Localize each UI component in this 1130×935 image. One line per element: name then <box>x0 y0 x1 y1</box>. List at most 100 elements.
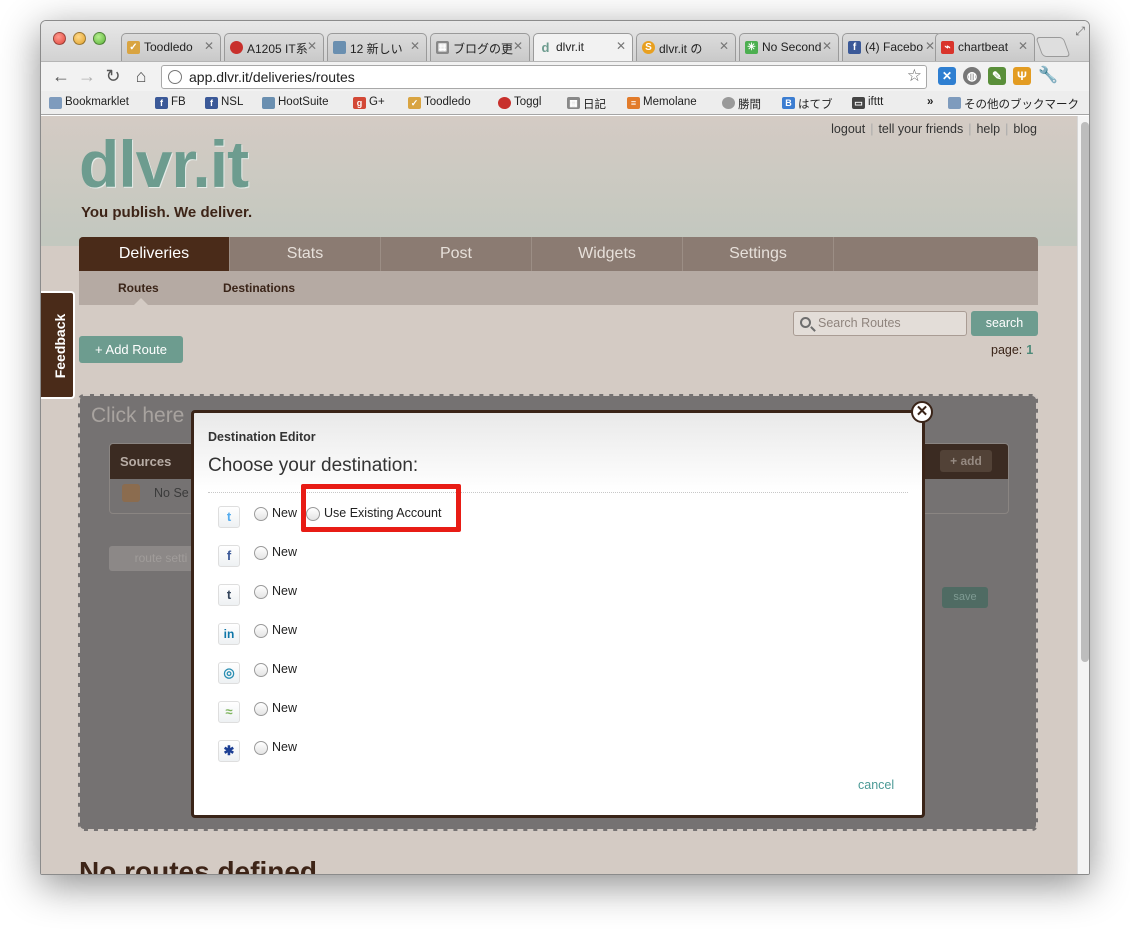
search-button[interactable]: search <box>971 311 1038 336</box>
tab-close-icon[interactable]: ✕ <box>307 39 317 53</box>
browser-tab[interactable]: A1205 IT系 ✕ <box>224 33 324 61</box>
nosecond-icon: ✳ <box>745 41 758 54</box>
tab-post[interactable]: Post <box>381 237 532 271</box>
browser-tab[interactable]: ⌁ chartbeat ✕ <box>935 33 1035 61</box>
ping-icon: ◎ <box>218 662 240 684</box>
feedback-tab[interactable]: Feedback <box>41 291 75 399</box>
search-placeholder: Search Routes <box>818 316 901 330</box>
tab-close-icon[interactable]: ✕ <box>822 39 832 53</box>
memolane-icon: ≡ <box>627 97 640 109</box>
new-account-radio[interactable] <box>254 702 268 716</box>
tab-close-icon[interactable]: ✕ <box>1018 39 1028 53</box>
bookmark-item[interactable]: ≡ Memolane <box>627 96 697 109</box>
evernote-icon[interactable]: ✎ <box>988 67 1006 85</box>
subtab-routes[interactable]: Routes <box>118 281 159 295</box>
window-zoom-button[interactable] <box>93 32 106 45</box>
browser-toolbar: ← → ↻ ⌂ app.dlvr.it/deliveries/routes ☆ … <box>41 61 1089 91</box>
sources-add-button: + add <box>940 450 992 472</box>
new-account-radio[interactable] <box>254 624 268 638</box>
vertical-scrollbar[interactable] <box>1077 116 1089 874</box>
tumblr-icon: t <box>218 584 240 606</box>
tab-stats[interactable]: Stats <box>230 237 381 271</box>
bookmarks-overflow-button[interactable]: » <box>927 96 933 108</box>
bookmark-item[interactable]: ▦ 日記 <box>567 96 606 112</box>
address-bar[interactable]: app.dlvr.it/deliveries/routes ☆ <box>161 65 927 89</box>
modal-cancel-link[interactable]: cancel <box>858 778 894 792</box>
browser-tab[interactable]: ▦ ブログの更 ✕ <box>430 33 530 61</box>
browser-tab[interactable]: f (4) Facebo ✕ <box>842 33 942 61</box>
bookmark-item[interactable]: f NSL <box>205 96 243 109</box>
tab-close-icon[interactable]: ✕ <box>204 39 214 53</box>
other-bookmarks-folder[interactable]: その他のブックマーク <box>948 96 1079 112</box>
browser-tab-active[interactable]: d dlvr.it ✕ <box>533 33 633 61</box>
blog-link[interactable]: blog <box>1013 122 1037 136</box>
bookmark-item[interactable]: HootSuite <box>262 96 329 109</box>
tab-close-icon[interactable]: ✕ <box>513 39 523 53</box>
tab-settings[interactable]: Settings <box>683 237 834 271</box>
modal-subtitle: Choose your destination: <box>208 455 419 476</box>
tab-close-icon[interactable]: ✕ <box>616 39 626 53</box>
modal-close-icon[interactable]: ✕ <box>911 401 933 423</box>
new-account-radio[interactable] <box>254 507 268 521</box>
browser-tab[interactable]: ✓ Toodledo ✕ <box>121 33 221 61</box>
bookmark-star-icon[interactable]: ☆ <box>907 66 922 86</box>
scrollbar-thumb[interactable] <box>1081 122 1089 662</box>
extension-fork-icon[interactable]: Ψ <box>1013 67 1031 85</box>
new-account-radio[interactable] <box>254 741 268 755</box>
page-number[interactable]: 1 <box>1026 343 1033 357</box>
back-arrow-icon[interactable]: ← <box>51 66 71 86</box>
bookmark-item[interactable]: g G+ <box>353 96 385 109</box>
folder-icon <box>49 97 62 109</box>
add-route-button[interactable]: + Add Route <box>79 336 183 363</box>
bookmark-item[interactable]: 勝間 <box>722 96 761 112</box>
new-label: New <box>272 545 298 559</box>
bookmark-item[interactable]: ▭ ifttt <box>852 96 883 109</box>
site-logo[interactable]: dlvr.it <box>79 126 249 202</box>
rss-icon: ≈ <box>218 701 240 723</box>
window-close-button[interactable] <box>53 32 66 45</box>
destination-row-linkedin: in New <box>218 623 818 647</box>
window-minimize-button[interactable] <box>73 32 86 45</box>
page-info-icon[interactable] <box>168 70 182 84</box>
search-routes-input[interactable]: Search Routes <box>793 311 967 336</box>
new-account-radio[interactable] <box>254 663 268 677</box>
help-link[interactable]: help <box>976 122 1000 136</box>
folder-icon <box>948 97 961 109</box>
hootsuite-icon <box>262 97 275 109</box>
site-tagline: You publish. We deliver. <box>81 204 253 221</box>
toodledo-checkbox-icon: ✓ <box>127 41 140 54</box>
destination-editor-modal: ✕ Destination Editor Choose your destina… <box>191 401 933 818</box>
new-label: New <box>272 584 298 598</box>
sub-nav: Routes Destinations <box>79 271 1038 305</box>
ifttt-icon: ▭ <box>852 97 865 109</box>
new-tab-button[interactable] <box>1035 37 1071 57</box>
logout-link[interactable]: logout <box>831 122 865 136</box>
fullscreen-icon[interactable]: ⤢ <box>1075 24 1085 39</box>
new-account-radio[interactable] <box>254 546 268 560</box>
browser-tab[interactable]: S dlvr.it の ✕ <box>636 33 736 61</box>
bookmark-item[interactable]: Bookmarklet <box>49 96 129 109</box>
wrench-icon[interactable]: 🔧 <box>1038 67 1058 85</box>
new-label: New <box>272 506 298 520</box>
browser-tab[interactable]: 12 新しい ✕ <box>327 33 427 61</box>
forward-arrow-icon[interactable]: → <box>77 66 97 86</box>
bookmark-item[interactable]: f FB <box>155 96 186 109</box>
reload-icon[interactable]: ↻ <box>103 66 123 86</box>
new-account-radio[interactable] <box>254 585 268 599</box>
tab-close-icon[interactable]: ✕ <box>719 39 729 53</box>
extension-globe-icon[interactable]: ◍ <box>963 67 981 85</box>
tab-widgets[interactable]: Widgets <box>532 237 683 271</box>
tab-close-icon[interactable]: ✕ <box>410 39 420 53</box>
bookmark-item[interactable]: ✓ Toodledo <box>408 96 471 109</box>
browser-tab[interactable]: ✳ No Second ✕ <box>739 33 839 61</box>
grid-icon: ▦ <box>436 41 449 54</box>
bookmark-item[interactable]: Toggl <box>498 96 542 109</box>
tab-deliveries[interactable]: Deliveries <box>79 237 230 271</box>
bookmark-item[interactable]: B はてブ <box>782 96 833 112</box>
tab-close-icon[interactable]: ✕ <box>925 39 935 53</box>
tell-friends-link[interactable]: tell your friends <box>878 122 963 136</box>
home-icon[interactable]: ⌂ <box>131 66 151 86</box>
subtab-destinations[interactable]: Destinations <box>223 281 295 295</box>
hootsuite-icon <box>333 41 346 54</box>
extension-x-icon[interactable]: ✕ <box>938 67 956 85</box>
